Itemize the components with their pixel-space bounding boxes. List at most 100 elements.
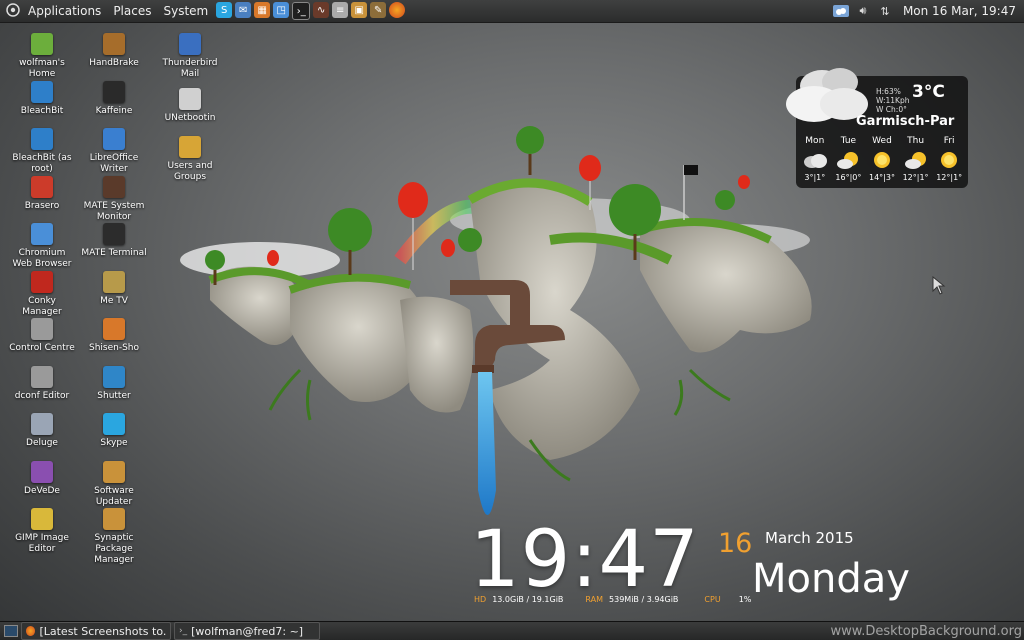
devede-icon — [31, 461, 53, 483]
thunderbird-launcher-icon[interactable]: ✉ — [235, 2, 251, 18]
desktop-icon[interactable]: Shutter — [80, 366, 148, 402]
desktop-icon[interactable]: Deluge — [8, 413, 76, 449]
forecast-day: Tue 16°|0° — [832, 134, 866, 184]
deluge-icon — [31, 413, 53, 435]
control-launcher-icon[interactable]: ≡ — [332, 2, 348, 18]
system-menu[interactable]: System — [157, 0, 214, 22]
distro-logo-icon[interactable] — [0, 3, 22, 20]
desktop-icon[interactable]: Kaffeine — [80, 81, 148, 117]
cpu-value: 1% — [739, 595, 752, 604]
desktop-icon[interactable]: wolfman's Home — [8, 33, 76, 80]
desktop-icon[interactable]: MATE System Monitor — [80, 176, 148, 223]
hd-label: HD — [474, 595, 486, 604]
updater-launcher-icon[interactable]: ▣ — [351, 2, 367, 18]
forecast-day: Wed14°|3° — [865, 134, 899, 184]
desktop-icon[interactable]: LibreOffice Writer — [80, 128, 148, 175]
main-menu: Applications Places System — [0, 0, 214, 22]
me-tv-icon — [103, 271, 125, 293]
forecast-temps: 16°|0° — [832, 172, 866, 184]
wind-chill-label: W Ch:0° — [876, 105, 909, 114]
home-folder-icon — [31, 33, 53, 55]
conky-system-stats: HD 13.0GiB / 19.1GiB RAM 539MiB / 3.94Gi… — [474, 595, 751, 604]
desktop-icon[interactable]: Skype — [80, 413, 148, 449]
wallpaper-artwork — [170, 110, 850, 530]
weather-location: Garmisch-Par — [856, 114, 954, 129]
forecast-temps: 12°|1° — [932, 172, 966, 184]
desktop-icon-label: LibreOffice Writer — [80, 153, 148, 175]
desktop-icon[interactable]: GIMP Image Editor — [8, 508, 76, 555]
ram-label: RAM — [585, 595, 603, 604]
gimp-icon — [31, 508, 53, 530]
desktop-icon-label: Synaptic Package Manager — [80, 533, 148, 566]
desktop-icon-label: Kaffeine — [80, 106, 148, 117]
forecast-day-name: Fri — [932, 134, 966, 148]
applications-menu[interactable]: Applications — [22, 0, 107, 22]
volume-icon[interactable]: 🔊︎ — [855, 4, 871, 18]
show-desktop-icon[interactable] — [4, 625, 18, 637]
hd-value: 13.0GiB / 19.1GiB — [492, 595, 563, 604]
desktop-icon[interactable]: Thunderbird Mail — [156, 33, 224, 80]
forecast-day-name: Tue — [832, 134, 866, 148]
forecast-row: Mon3°|1°Tue 16°|0°Wed14°|3°Thu 12°|1° Fri 12… — [798, 134, 966, 184]
forecast-day-name: Thu — [899, 134, 933, 148]
partly-sunny-icon — [899, 148, 933, 172]
conky-month-year: March 2015 — [765, 529, 854, 547]
forecast-temps: 12°|1° — [899, 172, 933, 184]
forecast-day: Thu 12°|1° — [899, 134, 933, 184]
forecast-temps: 3°|1° — [798, 172, 832, 184]
desktop-icon[interactable]: Software Updater — [80, 461, 148, 508]
system-monitor-icon — [103, 176, 125, 198]
screenshot-launcher-icon[interactable]: ◳ — [273, 2, 289, 18]
desktop-icon[interactable]: MATE Terminal — [80, 223, 148, 259]
panel-clock[interactable]: Mon 16 Mar, 19:47 — [903, 4, 1016, 18]
weather-tray-icon[interactable] — [833, 4, 849, 18]
firefox-task-icon — [26, 626, 35, 636]
skype-launcher-icon[interactable]: S — [216, 2, 232, 18]
tools-launcher-icon[interactable]: ✎ — [370, 2, 386, 18]
shutter-icon — [103, 366, 125, 388]
desktop-icon-label: Shutter — [80, 391, 148, 402]
desktop-icon[interactable]: Chromium Web Browser — [8, 223, 76, 270]
weather-widget: H:63% W:11Kph W Ch:0° 3°C Garmisch-Par M… — [796, 76, 968, 188]
desktop-icon-label: Deluge — [8, 438, 76, 449]
conky-day-number: 16 — [718, 528, 752, 559]
firefox-launcher-icon[interactable] — [389, 2, 405, 18]
terminal-task-icon: ›_ — [179, 626, 187, 636]
desktop-icon[interactable]: dconf Editor — [8, 366, 76, 402]
terminal-launcher-icon[interactable]: ›_ — [292, 2, 310, 20]
sunny-icon — [865, 148, 899, 172]
desktop-icon[interactable]: Shisen-Sho — [80, 318, 148, 354]
forecast-day: Mon3°|1° — [798, 134, 832, 184]
current-temperature: 3°C — [912, 82, 945, 102]
forecast-day-name: Wed — [865, 134, 899, 148]
desktop-icon-label: Software Updater — [80, 486, 148, 508]
taskbar-item-label: [Latest Screenshots to... — [39, 625, 166, 638]
desktop-icon[interactable]: HandBrake — [80, 33, 148, 69]
monitor-launcher-icon[interactable]: ∿ — [313, 2, 329, 18]
desktop-icon[interactable]: DeVeDe — [8, 461, 76, 497]
network-icon[interactable]: ⇅ — [877, 4, 893, 18]
shisen-sho-icon — [103, 318, 125, 340]
thunderbird-icon — [179, 33, 201, 55]
desktop-icon-label: Control Centre — [8, 343, 76, 354]
desktop-icon-label: Shisen-Sho — [80, 343, 148, 354]
panel-launchers: S ✉ ▦ ◳ ›_ ∿ ≡ ▣ ✎ — [216, 2, 405, 20]
taskbar-item-terminal[interactable]: ›_ [wolfman@fred7: ~] — [174, 622, 320, 640]
watermark: www.DesktopBackground.org — [831, 624, 1022, 639]
control-centre-icon — [31, 318, 53, 340]
desktop-icon[interactable]: BleachBit — [8, 81, 76, 117]
desktop-icon[interactable]: Conky Manager — [8, 271, 76, 318]
taskbar-item-firefox[interactable]: [Latest Screenshots to... — [21, 622, 171, 640]
desktop-icon-label: MATE System Monitor — [80, 201, 148, 223]
desktop-icon[interactable]: Control Centre — [8, 318, 76, 354]
bleachbit-root-icon — [31, 128, 53, 150]
shisen-sho-launcher-icon[interactable]: ▦ — [254, 2, 270, 18]
desktop-icon[interactable]: Synaptic Package Manager — [80, 508, 148, 566]
desktop-icon[interactable]: BleachBit (as root) — [8, 128, 76, 175]
desktop-icon-label: Conky Manager — [8, 296, 76, 318]
libreoffice-writer-icon — [103, 128, 125, 150]
desktop-icon[interactable]: Brasero — [8, 176, 76, 212]
places-menu[interactable]: Places — [107, 0, 157, 22]
desktop-icon[interactable]: Me TV — [80, 271, 148, 307]
weather-stats: H:63% W:11Kph W Ch:0° — [876, 87, 909, 114]
